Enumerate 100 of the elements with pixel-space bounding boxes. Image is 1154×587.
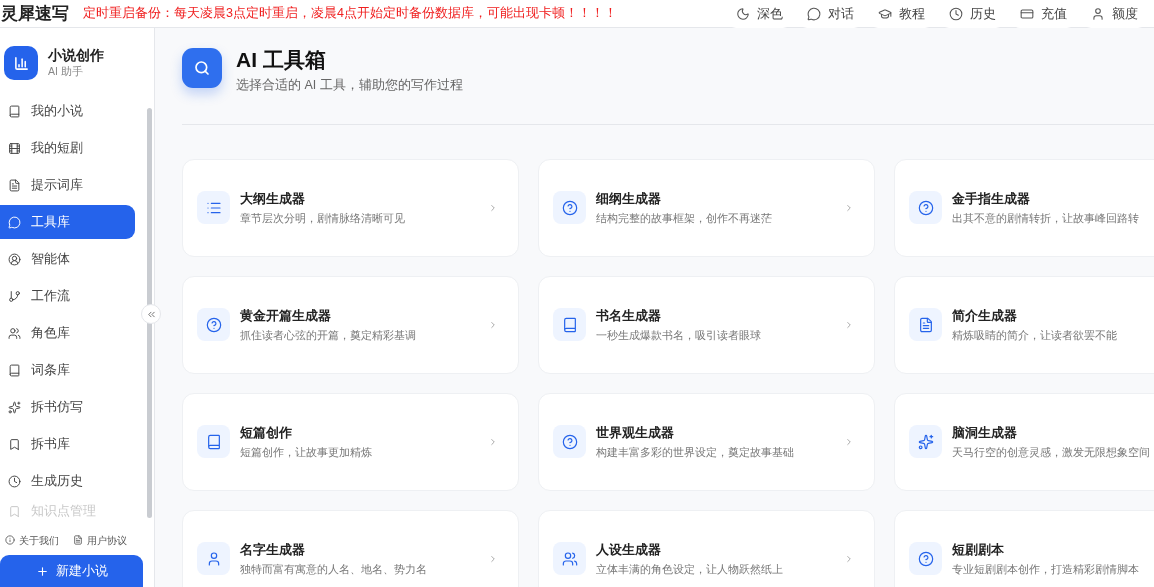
tool-card[interactable]: 名字生成器 独特而富有寓意的人名、地名、势力名 <box>182 509 519 587</box>
help-icon <box>909 542 942 576</box>
notice-text: 定时重启备份：每天凌晨3点定时重启，凌晨4点开始定时备份数据库，可能出现卡顿！！！！ <box>83 5 617 23</box>
app-logo-icon <box>4 46 38 80</box>
tool-description: 构建丰富多彩的世界设定，奠定故事基础 <box>596 444 795 460</box>
tool-title: 人设生成器 <box>596 541 662 560</box>
tool-title: 大纲生成器 <box>240 190 306 209</box>
search-icon <box>182 48 222 88</box>
tool-title: 短剧剧本 <box>952 541 1005 560</box>
chevron-right-icon <box>488 436 498 447</box>
help-icon <box>197 308 230 342</box>
sparkles-icon <box>909 425 942 459</box>
moon-icon <box>736 6 750 21</box>
tool-card[interactable]: 脑洞生成器 天马行空的创意灵感，激发无限想象空间 <box>894 392 1154 491</box>
tool-title: 世界观生成器 <box>596 424 675 443</box>
list-icon <box>197 191 230 225</box>
help-icon <box>553 425 586 459</box>
tool-card[interactable]: 大纲生成器 章节层次分明，剧情脉络清晰可见 <box>182 158 519 257</box>
tool-title: 短篇创作 <box>240 424 293 443</box>
document-icon <box>8 178 21 192</box>
user-circle-icon <box>8 252 21 266</box>
tool-title: 脑洞生成器 <box>952 424 1018 443</box>
tool-description: 专业短剧剧本创作，打造精彩剧情脚本 <box>952 561 1140 577</box>
sidebar-nav-item[interactable]: 拆书库 <box>0 427 135 461</box>
tool-card[interactable]: 人设生成器 立体丰满的角色设定，让人物跃然纸上 <box>538 509 875 587</box>
sidebar-nav-item[interactable]: 我的短剧 <box>0 131 135 165</box>
page-subtitle: 选择合适的 AI 工具，辅助您的写作过程 <box>236 77 463 94</box>
plus-icon <box>35 564 49 578</box>
bookmark-icon <box>8 504 21 518</box>
tool-description: 短篇创作，让故事更加精炼 <box>240 444 373 460</box>
sidebar-nav-item[interactable]: 工作流 <box>0 279 135 313</box>
tool-description: 出其不意的剧情转折，让故事峰回路转 <box>952 210 1140 226</box>
agreement-link[interactable]: 用户协议 <box>73 532 127 548</box>
users-icon <box>8 326 21 340</box>
tool-description: 一秒生成爆款书名，吸引读者眼球 <box>596 327 762 343</box>
collapse-sidebar-button[interactable] <box>141 304 161 324</box>
sidebar-nav-item[interactable]: 智能体 <box>0 242 135 276</box>
chevron-right-icon <box>488 202 498 213</box>
tool-description: 抓住读者心弦的开篇，奠定精彩基调 <box>240 327 417 343</box>
tool-card[interactable]: 短剧剧本 专业短剧剧本创作，打造精彩剧情脚本 <box>894 509 1154 587</box>
tool-title: 名字生成器 <box>240 541 306 560</box>
chevron-right-icon <box>488 553 498 564</box>
new-novel-button[interactable]: 新建小说 <box>0 555 143 587</box>
user-icon <box>1091 6 1105 21</box>
book-icon <box>553 308 586 342</box>
chat-icon <box>8 215 21 229</box>
clock-icon <box>949 6 963 21</box>
sidebar-nav-item[interactable]: 词条库 <box>0 353 135 387</box>
tool-card[interactable]: 书名生成器 一秒生成爆款书名，吸引读者眼球 <box>538 275 875 374</box>
sidebar-nav-item[interactable]: 工具库 <box>0 205 135 239</box>
tool-description: 结构完整的故事框架，创作不再迷茫 <box>596 210 773 226</box>
tool-card[interactable]: 细纲生成器 结构完整的故事框架，创作不再迷茫 <box>538 158 875 257</box>
book-icon <box>8 363 21 377</box>
sidebar-nav-item[interactable]: 角色库 <box>0 316 135 350</box>
page-title: AI 工具箱 <box>236 47 327 73</box>
help-icon <box>553 191 586 225</box>
sidebar-nav-item[interactable]: 我的小说 <box>0 94 135 128</box>
sidebar-title: 小说创作 <box>48 46 104 65</box>
chevron-right-icon <box>844 436 854 447</box>
info-icon <box>5 535 15 545</box>
sidebar-nav-item[interactable]: 提示词库 <box>0 168 135 202</box>
book-icon <box>8 104 21 118</box>
tool-card[interactable]: 黄金开篇生成器 抓住读者心弦的开篇，奠定精彩基调 <box>182 275 519 374</box>
bookmark-icon <box>8 437 21 451</box>
help-icon <box>909 191 942 225</box>
chevron-right-icon <box>844 319 854 330</box>
tool-card[interactable]: 世界观生成器 构建丰富多彩的世界设定，奠定故事基础 <box>538 392 875 491</box>
graduation-cap-icon <box>878 6 892 21</box>
chevron-right-icon <box>844 202 854 213</box>
tool-description: 立体丰满的角色设定，让人物跃然纸上 <box>596 561 784 577</box>
sidebar-nav-item[interactable]: 生成历史 <box>0 464 135 498</box>
film-icon <box>8 141 21 155</box>
chevron-right-icon <box>488 319 498 330</box>
tool-description: 精炼吸睛的简介，让读者欲罢不能 <box>952 327 1118 343</box>
tool-description: 独特而富有寓意的人名、地名、势力名 <box>240 561 428 577</box>
tool-description: 天马行空的创意灵感，激发无限想象空间 <box>952 444 1151 460</box>
branch-icon <box>8 289 21 303</box>
tool-card[interactable]: 金手指生成器 出其不意的剧情转折，让故事峰回路转 <box>894 158 1154 257</box>
tool-title: 简介生成器 <box>952 307 1018 326</box>
sidebar-subtitle: AI 助手 <box>48 64 84 80</box>
clock-icon <box>8 474 21 488</box>
users-icon <box>553 542 586 576</box>
tool-description: 章节层次分明，剧情脉络清晰可见 <box>240 210 406 226</box>
card-icon <box>1020 6 1034 21</box>
chevron-right-icon <box>844 553 854 564</box>
sparkles-icon <box>8 400 21 414</box>
chat-icon <box>807 6 821 21</box>
tool-card[interactable]: 短篇创作 短篇创作，让故事更加精炼 <box>182 392 519 491</box>
document-icon <box>909 308 942 342</box>
book-icon <box>197 425 230 459</box>
user-icon <box>197 542 230 576</box>
tool-title: 细纲生成器 <box>596 190 662 209</box>
tool-card[interactable]: 简介生成器 精炼吸睛的简介，让读者欲罢不能 <box>894 275 1154 374</box>
tool-title: 金手指生成器 <box>952 190 1031 209</box>
tool-title: 黄金开篇生成器 <box>240 307 332 326</box>
brand-name: 灵犀速写 <box>0 2 69 25</box>
sidebar-nav-item[interactable]: 拆书仿写 <box>0 390 135 424</box>
document-icon <box>73 535 83 545</box>
tool-title: 书名生成器 <box>596 307 662 326</box>
about-link[interactable]: 关于我们 <box>5 532 59 548</box>
